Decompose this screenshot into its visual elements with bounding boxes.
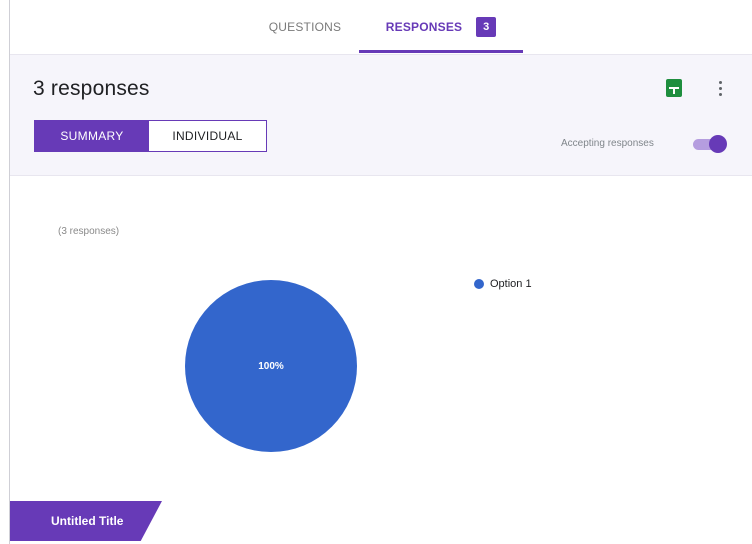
more-vert-icon[interactable] <box>712 77 728 99</box>
tab-bar: QUESTIONS RESPONSES 3 <box>10 0 752 54</box>
page-title: 3 responses <box>33 77 150 100</box>
legend-label: Option 1 <box>490 278 532 290</box>
form-title-label: Untitled Title <box>51 514 124 528</box>
pie-slice-option-1 <box>185 280 357 452</box>
view-toggle: SUMMARY INDIVIDUAL <box>34 120 267 152</box>
responses-header: 3 responses SUMMARY INDIVIDUAL Accepting… <box>10 54 752 176</box>
tab-responses[interactable]: RESPONSES 3 <box>359 0 523 54</box>
pie-data-label: 100% <box>258 361 284 372</box>
summary-button[interactable]: SUMMARY <box>35 121 149 151</box>
accepting-responses-label: Accepting responses <box>561 138 654 149</box>
chart-legend: Option 1 <box>474 278 532 290</box>
tab-questions-label: QUESTIONS <box>268 20 342 34</box>
tab-responses-label: RESPONSES <box>385 20 463 34</box>
legend-swatch <box>474 279 484 289</box>
individual-button[interactable]: INDIVIDUAL <box>149 121 266 151</box>
tab-questions[interactable]: QUESTIONS <box>243 0 367 54</box>
form-title-tag[interactable]: Untitled Title <box>10 501 162 541</box>
active-tab-indicator <box>359 50 523 53</box>
question-response-count: (3 responses) <box>58 226 120 237</box>
responses-count-badge: 3 <box>476 17 497 37</box>
toggle-knob <box>709 135 727 153</box>
accepting-responses-toggle[interactable] <box>693 135 727 153</box>
sheets-icon[interactable] <box>666 79 682 97</box>
